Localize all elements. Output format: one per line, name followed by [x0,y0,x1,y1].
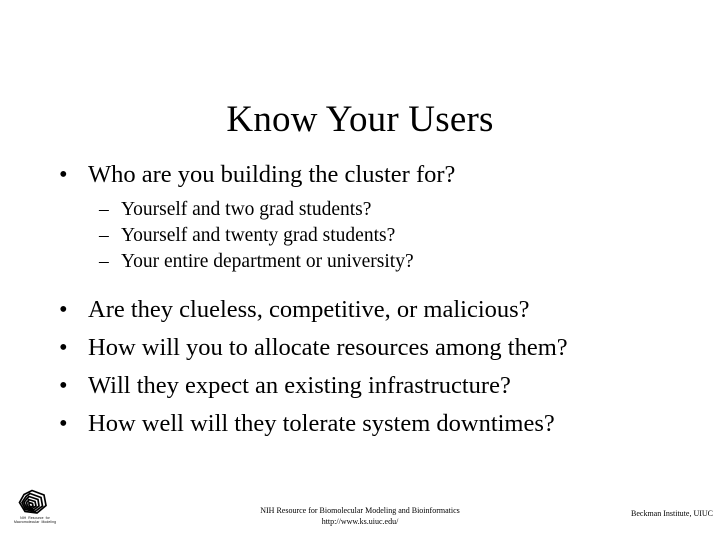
bullet-item: • Who are you building the cluster for? [0,156,720,194]
bullet-marker-icon: • [59,410,68,437]
bullet-text: Who are you building the cluster for? [88,161,456,188]
bullet-text: Are they clueless, competitive, or malic… [88,296,530,323]
slide-title: Know Your Users [226,98,494,140]
bullet-text: Will they expect an existing infrastruct… [88,372,511,399]
bullet-marker-icon: • [59,296,68,323]
bullet-marker-icon: • [59,372,68,399]
footer-organization: NIH Resource for Biomolecular Modeling a… [260,506,460,515]
footer-institute: Beckman Institute, UIUC [631,509,713,518]
dash-marker-icon: – [99,225,109,246]
footer-url[interactable]: http://www.ks.uiuc.edu/ [0,516,720,527]
presentation-slide: Know Your Users • Who are you building t… [0,0,720,540]
bullet-item: • How will you to allocate resources amo… [0,329,720,367]
bullet-marker-icon: • [59,161,68,188]
bullet-item: • Will they expect an existing infrastru… [0,367,720,405]
footer-center: NIH Resource for Biomolecular Modeling a… [0,505,720,527]
sub-bullet-text: Your entire department or university? [121,251,414,272]
bullet-text: How will you to allocate resources among… [88,334,568,361]
bullet-text: How well will they tolerate system downt… [88,410,555,437]
bullet-item: • How well will they tolerate system dow… [0,405,720,443]
sub-bullet-item: – Yourself and twenty grad students? [0,223,720,249]
slide-body: • Who are you building the cluster for? … [0,156,720,443]
sub-bullet-item: – Your entire department or university? [0,249,720,275]
bullet-marker-icon: • [59,334,68,361]
sub-bullet-text: Yourself and twenty grad students? [121,225,396,246]
sub-bullet-group: – Yourself and two grad students? – Your… [0,197,720,275]
sub-bullet-item: – Yourself and two grad students? [0,197,720,223]
dash-marker-icon: – [99,251,109,272]
sub-bullet-text: Yourself and two grad students? [121,199,372,220]
bullet-item: • Are they clueless, competitive, or mal… [0,291,720,329]
dash-marker-icon: – [99,199,109,220]
